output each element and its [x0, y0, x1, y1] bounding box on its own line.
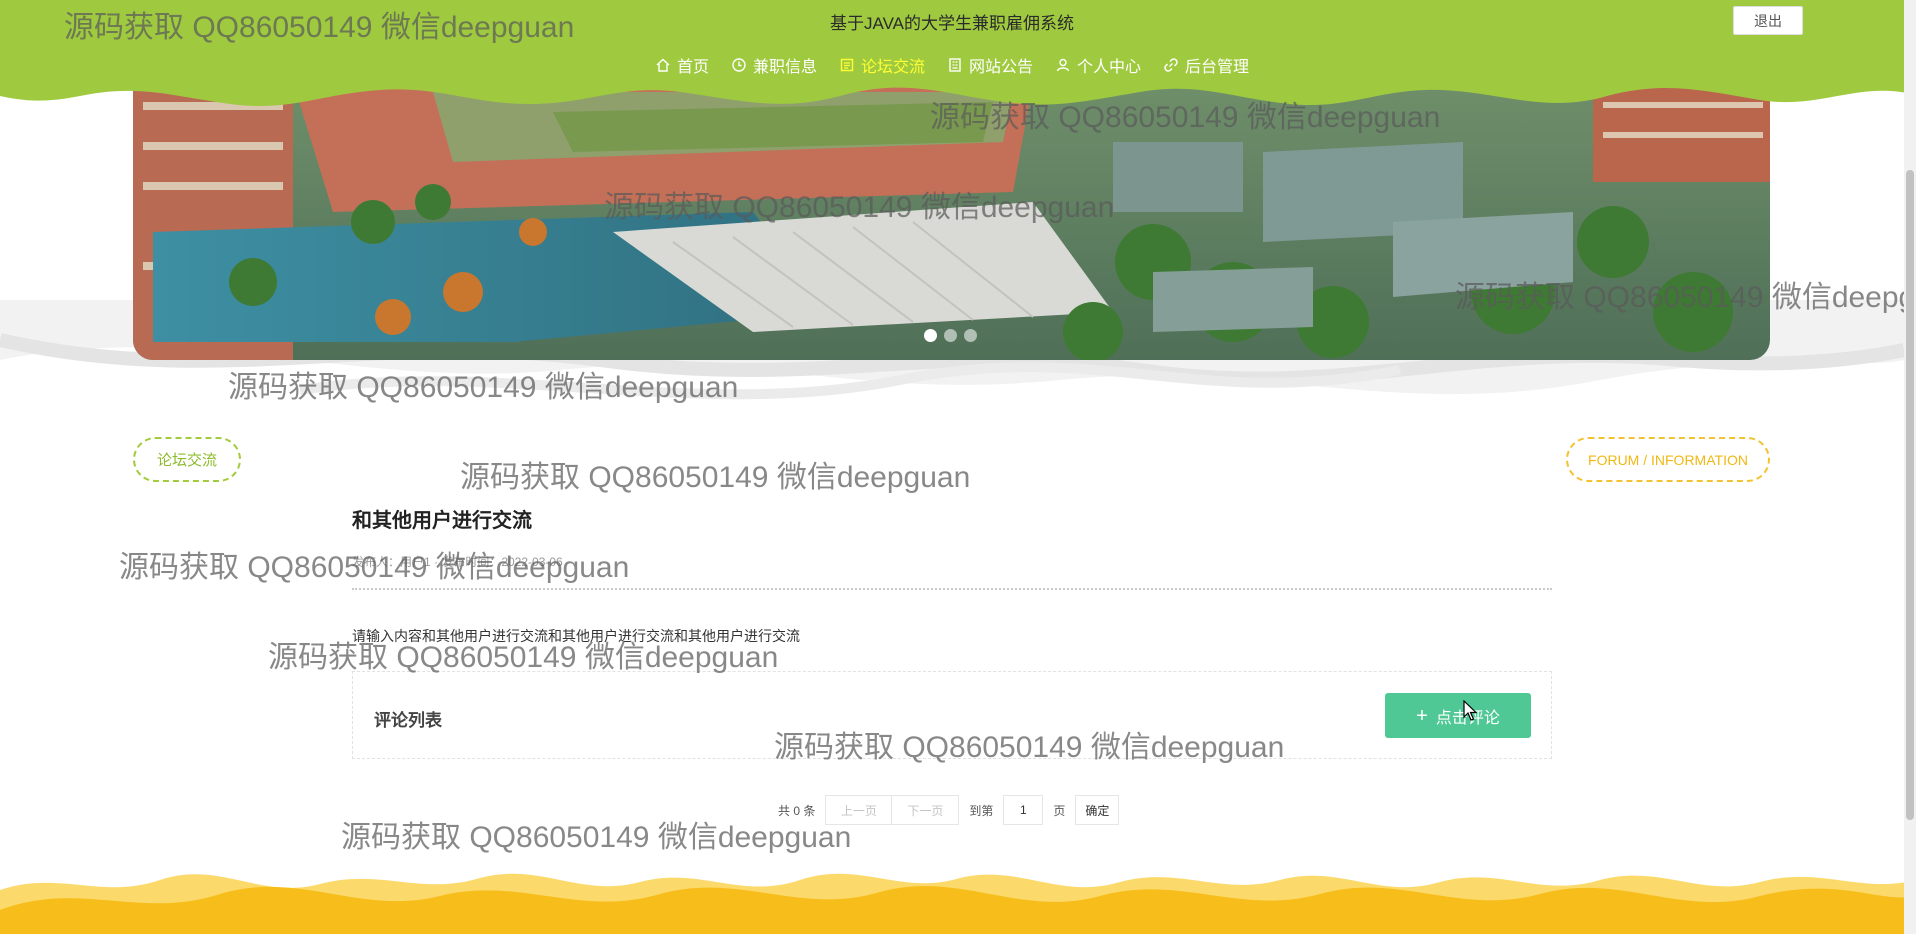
clock-icon	[732, 58, 746, 72]
nav-item-forum[interactable]: 论坛交流	[839, 53, 925, 77]
notice-icon	[949, 58, 961, 72]
prev-page-button[interactable]: 上一页	[825, 795, 893, 825]
pager-total: 共 0 条	[778, 803, 816, 818]
nav-label-jobs: 兼职信息	[752, 59, 817, 76]
nav-item-profile[interactable]: 个人中心	[1055, 53, 1141, 77]
nav-label-profile: 个人中心	[1077, 59, 1142, 76]
pager-confirm-button[interactable]: 确定	[1075, 795, 1120, 825]
nav-label-admin: 后台管理	[1185, 59, 1250, 76]
watermark-text: 源码获取 QQ86050149 微信deepguan	[341, 821, 852, 854]
site-title: 基于JAVA的大学生兼职雇佣系统	[830, 14, 1074, 33]
link-icon	[1164, 58, 1178, 72]
nav-label-forum: 论坛交流	[860, 59, 925, 76]
carousel-indicators	[924, 329, 977, 342]
nav-label-notice: 网站公告	[969, 59, 1034, 76]
campus-image	[133, 82, 1770, 360]
nav-label-home: 首页	[676, 59, 709, 76]
mouse-cursor-icon	[1463, 700, 1478, 721]
main-nav: 首页 兼职信息 论坛交流 网站公告 个人中心 后台管理	[0, 53, 1904, 77]
next-page-button[interactable]: 下一页	[892, 795, 960, 825]
nav-item-admin[interactable]: 后台管理	[1163, 53, 1249, 77]
section-tag-english: FORUM / INFORMATION	[1566, 437, 1770, 482]
carousel-dot-2[interactable]	[944, 329, 957, 342]
post-content: 请输入内容和其他用户进行交流和其他用户进行交流和其他用户进行交流	[352, 628, 800, 644]
post-title: 和其他用户进行交流	[352, 510, 532, 532]
nav-item-jobs[interactable]: 兼职信息	[731, 53, 817, 77]
scrollbar-thumb[interactable]	[1906, 170, 1914, 820]
carousel-dot-1[interactable]	[924, 329, 937, 342]
add-comment-button[interactable]: + 点击评论	[1385, 693, 1531, 738]
logout-button[interactable]: 退出	[1733, 6, 1803, 35]
comment-list-title: 评论列表	[374, 711, 442, 730]
carousel-dot-3[interactable]	[964, 329, 977, 342]
pager-page-suffix: 页	[1053, 803, 1066, 818]
page-number-input[interactable]	[1003, 795, 1044, 825]
post-divider	[352, 588, 1552, 590]
nav-item-notice[interactable]: 网站公告	[947, 53, 1033, 77]
footer-wave	[0, 873, 1916, 934]
plus-icon: +	[1416, 704, 1428, 727]
forum-icon	[840, 58, 854, 72]
post-meta: 发布人：用户1 · 发布时间：2022-03-06	[352, 555, 563, 569]
nav-item-home[interactable]: 首页	[655, 53, 709, 77]
section-tag-forum: 论坛交流	[133, 437, 241, 482]
page-scrollbar[interactable]	[1904, 0, 1916, 934]
watermark-text: 源码获取 QQ86050149 微信deepguan	[460, 461, 971, 494]
comment-panel: 评论列表 + 点击评论	[352, 671, 1552, 759]
carousel-slide[interactable]	[133, 82, 1770, 360]
site-header: 基于JAVA的大学生兼职雇佣系统 退出 首页 兼职信息 论坛交流 网站公告 个人…	[0, 0, 1916, 120]
user-icon	[1056, 58, 1070, 72]
home-icon	[656, 58, 670, 72]
pagination: 共 0 条 上一页 下一页 到第 页 确定	[778, 795, 1120, 825]
pager-goto-label: 到第	[969, 803, 994, 818]
